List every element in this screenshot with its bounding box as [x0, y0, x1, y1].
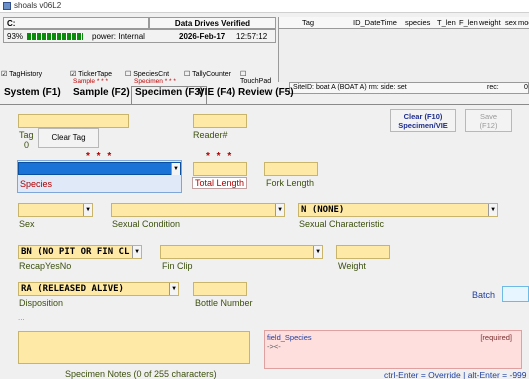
- checkbox-touchpad[interactable]: ☐ TouchPad: [240, 70, 278, 85]
- battery-bar: [27, 33, 83, 40]
- table-header: Tag ID_DateTime species T_len F_len weig…: [279, 17, 529, 29]
- sexual-characteristic-dropdown[interactable]: N (NONE) ▼: [298, 203, 498, 217]
- tag-input[interactable]: [18, 114, 129, 128]
- checkbox-tickertape[interactable]: ☑ TickerTape: [70, 70, 112, 78]
- history-table[interactable]: Tag ID_DateTime species T_len F_len weig…: [278, 17, 529, 82]
- total-length-input[interactable]: [193, 162, 247, 176]
- batch-label: Batch: [472, 290, 496, 300]
- specimen-tab-caption: Specimen * * *: [134, 78, 176, 85]
- field-required: [required]: [480, 333, 512, 342]
- checkbox-label: TouchPad: [240, 78, 272, 85]
- tab-system[interactable]: System (F1): [4, 87, 61, 104]
- col-header[interactable]: mod: [518, 18, 529, 27]
- status-row: 93% power: Internal 2026-Feb-17 12:57:12: [3, 29, 276, 43]
- fin-clip-dropdown[interactable]: ▼: [160, 245, 323, 259]
- drive-label: C:: [3, 17, 149, 29]
- fork-length-label: Fork Length: [266, 178, 315, 188]
- chevron-down-icon[interactable]: ▼: [83, 204, 92, 216]
- tag-count: 0: [24, 140, 30, 150]
- species-dropdown[interactable]: ▼: [18, 162, 181, 175]
- col-header[interactable]: species: [405, 18, 430, 27]
- total-length-required-marks: * * *: [206, 151, 234, 162]
- app-window: shoals v06L2 C: Data Drives Verified 93%…: [0, 0, 529, 379]
- checkbox-speciescnt[interactable]: ☐ SpeciesCnt: [125, 70, 169, 78]
- total-length-label: Total Length: [192, 177, 248, 189]
- tab-specimen[interactable]: Specimen (F3): [131, 86, 208, 104]
- recap-dropdown[interactable]: BN (NO PIT OR FIN CL ▼: [18, 245, 142, 259]
- specimen-panel: Tag 0 Clear Tag Reader# Clear (F10) Spec…: [0, 104, 529, 379]
- tab-sample[interactable]: Sample (F2): [73, 87, 130, 104]
- date-display: 2026-Feb-17: [179, 32, 226, 41]
- chevron-down-icon[interactable]: ▼: [132, 246, 141, 258]
- chevron-down-icon[interactable]: ▼: [313, 246, 322, 258]
- field-arrow: -><-: [267, 342, 281, 351]
- tab-review[interactable]: Review (F5): [238, 87, 294, 104]
- power-status: power: Internal: [92, 32, 145, 41]
- sex-dropdown[interactable]: ▼: [18, 203, 93, 217]
- chevron-down-icon[interactable]: ▼: [171, 163, 180, 175]
- checkbox-taghistory[interactable]: ☑ TagHistory: [1, 70, 42, 78]
- site-text: SiteID: boat A (BOAT A) rm: side: set: [293, 84, 407, 91]
- col-header[interactable]: T_len: [437, 18, 456, 27]
- sexual-condition-label: Sexual Condition: [112, 219, 181, 229]
- batch-input[interactable]: [502, 286, 529, 302]
- fin-clip-label: Fin Clip: [162, 261, 193, 271]
- checkbox-label: SpeciesCnt: [133, 71, 170, 78]
- recap-value: BN (NO PIT OR FIN CL: [21, 247, 130, 257]
- title-bar: shoals v06L2: [0, 0, 529, 13]
- rec-label: rec:: [487, 84, 499, 91]
- time-display: 12:57:12: [236, 32, 268, 41]
- sexual-characteristic-value: N (NONE): [301, 205, 345, 215]
- site-info: SiteID: boat A (BOAT A) rm: side: set re…: [289, 82, 529, 94]
- col-header[interactable]: ID_DateTime: [353, 18, 397, 27]
- species-label: Species: [20, 179, 53, 189]
- specimen-notes-label: Specimen Notes (0 of 255 characters): [65, 369, 217, 379]
- disposition-dropdown[interactable]: RA (RELEASED ALIVE) ▼: [18, 282, 179, 296]
- reader-input[interactable]: [193, 114, 247, 128]
- checkbox-label: TallyCounter: [192, 71, 232, 78]
- bottle-number-label: Bottle Number: [195, 298, 253, 308]
- recap-label: RecapYesNo: [19, 261, 72, 271]
- save-button[interactable]: Save (F12): [465, 109, 512, 132]
- window-title: shoals v06L2: [14, 1, 62, 10]
- sample-tab-caption: Sample * * *: [73, 78, 109, 85]
- clear-specimen-button[interactable]: Clear (F10) Specimen/VIE: [390, 109, 456, 132]
- specimen-notes-input[interactable]: [18, 331, 250, 364]
- fork-length-input[interactable]: [264, 162, 318, 176]
- checkbox-label: TagHistory: [9, 71, 43, 78]
- tag-label: Tag: [19, 130, 34, 140]
- field-info-panel: field_Species -><- [required]: [264, 330, 522, 369]
- clear-tag-button[interactable]: Clear Tag: [38, 128, 99, 148]
- checkbox-label: TickerTape: [78, 71, 113, 78]
- field-name: field_Species: [267, 333, 312, 342]
- col-header[interactable]: F_len: [459, 18, 478, 27]
- col-header[interactable]: sex: [505, 18, 517, 27]
- battery-percent: 93%: [7, 32, 24, 41]
- rec-value: 0: [524, 84, 528, 91]
- chevron-down-icon[interactable]: ▼: [275, 204, 284, 216]
- tab-vie[interactable]: VIE (F4): [198, 87, 235, 104]
- sexual-condition-dropdown[interactable]: ▼: [111, 203, 285, 217]
- col-header[interactable]: Tag: [302, 18, 314, 27]
- bottle-number-input[interactable]: [193, 282, 247, 296]
- chevron-down-icon[interactable]: ▼: [488, 204, 497, 216]
- col-header[interactable]: weight: [479, 18, 501, 27]
- chevron-down-icon[interactable]: ▼: [169, 283, 178, 295]
- shortcut-hints: ctrl-Enter = Override | alt-Enter = -999: [384, 370, 527, 379]
- ellipsis-marker: ...: [18, 313, 25, 322]
- weight-label: Weight: [338, 261, 366, 271]
- reader-label: Reader#: [193, 130, 228, 140]
- disposition-value: RA (RELEASED ALIVE): [21, 284, 124, 294]
- app-icon: [3, 2, 11, 10]
- checkbox-tallycounter[interactable]: ☐ TallyCounter: [184, 70, 231, 78]
- drives-verified-status: Data Drives Verified: [149, 17, 276, 29]
- weight-input[interactable]: [336, 245, 390, 259]
- sexual-characteristic-label: Sexual Characteristic: [299, 219, 385, 229]
- disposition-label: Disposition: [19, 298, 64, 308]
- sex-label: Sex: [19, 219, 35, 229]
